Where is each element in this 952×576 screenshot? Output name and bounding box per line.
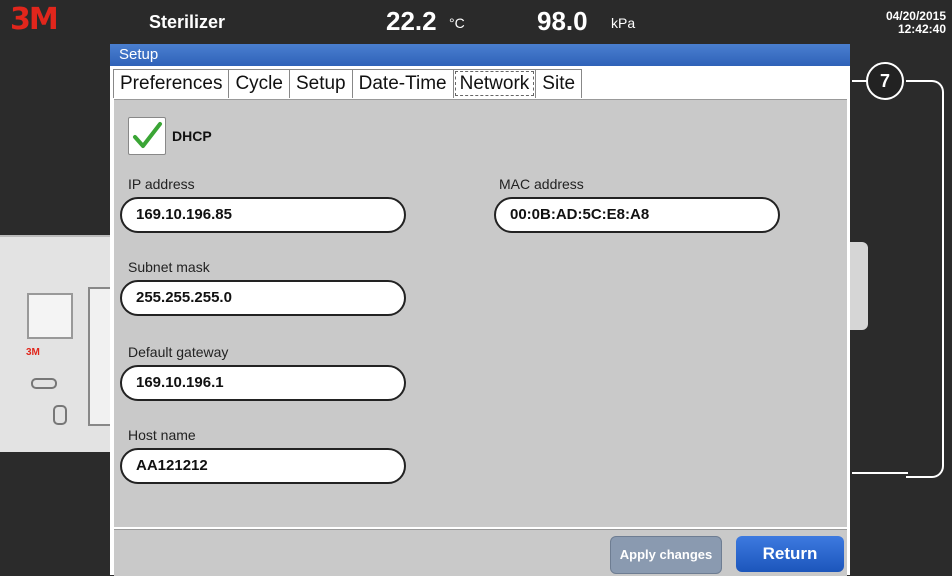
device-screen-illustration: [27, 293, 73, 339]
pressure-unit: kPa: [611, 15, 636, 31]
dhcp-label: DHCP: [172, 128, 212, 144]
callout-bracket-bottom: [852, 472, 908, 474]
dhcp-checkbox[interactable]: [128, 117, 166, 155]
tab-site[interactable]: Site: [535, 69, 583, 98]
device-slot-illustration: [31, 378, 57, 389]
apply-changes-button[interactable]: Apply changes: [610, 536, 722, 574]
ip-address-field[interactable]: 169.10.196.85: [120, 197, 406, 233]
checkmark-icon: [133, 122, 162, 148]
tab-date-time[interactable]: Date-Time: [351, 69, 454, 98]
ip-address-label: IP address: [128, 176, 195, 192]
mac-address-field[interactable]: 00:0B:AD:5C:E8:A8: [494, 197, 780, 233]
default-gateway-field[interactable]: 169.10.196.1: [120, 365, 406, 401]
host-name-field[interactable]: AA121212: [120, 448, 406, 484]
pressure-value: 98.0: [537, 6, 588, 36]
tab-setup[interactable]: Setup: [288, 69, 353, 98]
tab-network[interactable]: Network: [452, 69, 537, 98]
device-name: Sterilizer: [149, 12, 226, 32]
subnet-mask-field[interactable]: 255.255.255.0: [120, 280, 406, 316]
time-text: 12:42:40: [897, 22, 946, 36]
default-gateway-label: Default gateway: [128, 344, 229, 360]
network-panel: DHCP IP address 169.10.196.85 MAC addres…: [114, 99, 847, 527]
window-title: Setup: [110, 44, 850, 66]
tab-preferences[interactable]: Preferences: [113, 69, 230, 98]
tab-bar: Preferences Cycle Setup Date-Time Networ…: [113, 69, 583, 99]
temperature-value: 22.2: [386, 6, 437, 36]
brand-logo: 3M: [10, 2, 59, 37]
return-button[interactable]: Return: [736, 536, 844, 572]
status-bar: 3M Sterilizer 22.2 °C 98.0 kPa 04/20/201…: [0, 0, 952, 40]
datetime-display: 04/20/2015 12:42:40: [886, 10, 946, 36]
host-name-label: Host name: [128, 427, 196, 443]
device-port-illustration: [53, 405, 67, 425]
tab-cycle[interactable]: Cycle: [228, 69, 290, 98]
callout-number: 7: [866, 62, 904, 100]
side-panel-illustration: [850, 242, 868, 330]
sterilizer-illustration: 3M: [0, 235, 117, 452]
callout-bracket: [906, 80, 944, 478]
action-bar: Apply changes Return: [114, 529, 847, 576]
temperature-unit: °C: [449, 15, 465, 31]
subnet-mask-label: Subnet mask: [128, 259, 210, 275]
setup-window: Setup Preferences Cycle Setup Date-Time …: [110, 44, 850, 576]
device-logo: 3M: [26, 347, 40, 358]
mac-address-label: MAC address: [499, 176, 584, 192]
